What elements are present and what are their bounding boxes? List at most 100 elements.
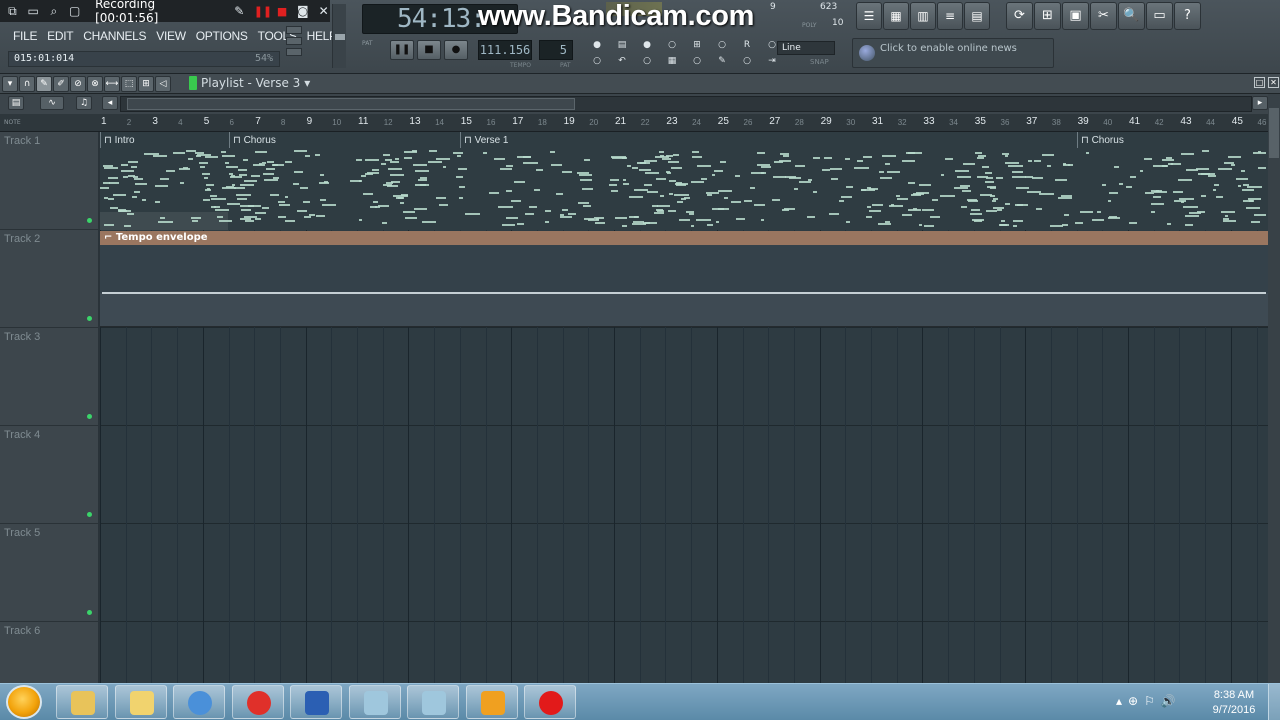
pianoroll-window-icon[interactable]: ▥	[910, 2, 936, 30]
count-icon[interactable]: ○	[635, 54, 659, 69]
metronome-icon[interactable]: ●	[585, 38, 609, 53]
flstudio-app[interactable]	[465, 685, 518, 719]
slice-tool-icon[interactable]: ⟷	[104, 76, 120, 92]
tray-expand-icon[interactable]: ▴	[1116, 694, 1122, 708]
volume-icon[interactable]: 🔊	[1161, 694, 1176, 708]
flag-icon[interactable]: ⚐	[1144, 694, 1155, 708]
show-desktop-button[interactable]	[1268, 684, 1280, 720]
arrow-icon[interactable]: ○	[735, 54, 759, 69]
grid-icon[interactable]: ▦	[660, 54, 684, 69]
chrome-app[interactable]	[173, 685, 225, 719]
snap-selector[interactable]: Line	[777, 41, 835, 55]
pattern-selector[interactable]: 5	[539, 40, 573, 60]
automation-clip-header[interactable]: ⌐ Tempo envelope	[100, 231, 1268, 245]
master-volume-slider[interactable]	[332, 4, 346, 68]
record-icon[interactable]: ■	[276, 5, 289, 18]
folder-app[interactable]	[114, 685, 167, 719]
menu-file[interactable]: FILE	[8, 26, 42, 46]
paint-tool-icon[interactable]: ✐	[53, 76, 69, 92]
chevron-down-icon[interactable]: ▾	[304, 76, 310, 90]
pattern-clip[interactable]: ⊓ Intro ⊓ Chorus ⊓ Verse 1 ⊓ Chorus	[100, 132, 1268, 230]
timeline-ruler[interactable]: 1 2 3 4 5 6 7 8 9 10 11 12 13 14 15 16 17 18 19 20 21 22 23 24 2…	[100, 114, 1268, 132]
zoom-tool-icon[interactable]: ⊞	[138, 76, 154, 92]
automation-view-icon[interactable]: ∿	[40, 96, 64, 110]
playlist-window-icon[interactable]: ☰	[856, 2, 882, 30]
restore-icon[interactable]: ⧉	[6, 4, 19, 19]
audio-view-icon[interactable]: ♫	[76, 96, 92, 110]
window-icon[interactable]: ▭	[27, 4, 40, 18]
record-mode-icon[interactable]: ●	[635, 38, 659, 53]
track-header[interactable]: Track 2	[0, 230, 98, 328]
r-icon[interactable]: R	[735, 38, 759, 53]
record-button[interactable]: ●	[444, 40, 468, 60]
marker-label[interactable]: ⊓ Chorus	[1081, 135, 1124, 146]
track-lane[interactable]	[100, 328, 1268, 426]
maximize-icon[interactable]: □	[1254, 77, 1265, 88]
app-7[interactable]	[407, 685, 459, 719]
browser-window-icon[interactable]: ≡	[937, 2, 963, 30]
menu-options[interactable]: OPTIONS	[191, 26, 253, 46]
stepseq-window-icon[interactable]: ▦	[883, 2, 909, 30]
draw-tool-icon[interactable]: ✎	[36, 76, 52, 92]
zoom-icon[interactable]: 🔍	[1118, 2, 1145, 30]
network-icon[interactable]: ⊕	[1128, 694, 1138, 708]
scroll-thumb[interactable]	[127, 98, 575, 110]
slider-knob[interactable]	[335, 34, 345, 40]
track-led[interactable]	[87, 512, 92, 517]
camera-icon[interactable]: ◙	[296, 4, 309, 18]
horizontal-scrollbar[interactable]	[120, 96, 1252, 112]
undo-icon[interactable]: ↶	[610, 54, 634, 69]
track-lane[interactable]	[100, 524, 1268, 622]
close-window-icon[interactable]: ✕	[1268, 77, 1279, 88]
magnet-icon[interactable]: ∩	[19, 76, 35, 92]
refresh-icon[interactable]: ⟳	[1006, 2, 1033, 30]
pat-song-switch[interactable]: PAT	[362, 40, 373, 47]
steps-icon[interactable]: ○	[685, 54, 709, 69]
track-led[interactable]	[87, 610, 92, 615]
playback-tool-icon[interactable]: ◁	[155, 76, 171, 92]
side-button-3[interactable]	[286, 48, 302, 56]
scroll-right-icon[interactable]: ▸	[1252, 96, 1268, 110]
scroll-left-icon[interactable]: ◂	[102, 96, 118, 110]
marker-label[interactable]: ⊓ Intro	[104, 135, 135, 146]
pencil-icon[interactable]: ✎	[233, 4, 246, 18]
pattern-view-icon[interactable]: ▤	[8, 96, 24, 110]
menu-channels[interactable]: CHANNELS	[78, 26, 151, 46]
tempo-display[interactable]: 111.156	[478, 40, 532, 60]
track-header[interactable]: Track 4	[0, 426, 98, 524]
online-news-panel[interactable]: Click to enable online news	[852, 38, 1054, 68]
clock[interactable]: 8:38 AM 9/7/2016	[1206, 688, 1262, 718]
word-app[interactable]	[290, 685, 342, 719]
delete-tool-icon[interactable]: ⊘	[70, 76, 86, 92]
help-icon[interactable]: ?	[1174, 2, 1201, 30]
menu-view[interactable]: VIEW	[151, 26, 190, 46]
pause-icon[interactable]: ❚❚	[254, 5, 272, 18]
track-led[interactable]	[87, 414, 92, 419]
track-led[interactable]	[87, 316, 92, 321]
app-6[interactable]	[348, 685, 401, 719]
wait-icon[interactable]: ▤	[610, 38, 634, 53]
step-icon[interactable]: ○	[660, 38, 684, 53]
track-header[interactable]: Track 1	[0, 132, 98, 230]
side-button-1[interactable]	[286, 26, 302, 34]
arrange-icon[interactable]: ⇥	[760, 54, 784, 69]
vertical-scrollbar[interactable]	[1268, 94, 1280, 688]
track-led[interactable]	[87, 218, 92, 223]
opera-app[interactable]	[231, 685, 284, 719]
marker-label[interactable]: ⊓ Verse 1	[464, 135, 509, 146]
new-icon[interactable]: ⊞	[1034, 2, 1061, 30]
mixer-window-icon[interactable]: ▤	[964, 2, 990, 30]
close-icon[interactable]: ✕	[317, 4, 330, 18]
screen-icon[interactable]: ▢	[68, 4, 81, 18]
playlist-title-bar[interactable]: Playlist - Verse 3 ▾	[189, 76, 310, 90]
track-lane[interactable]	[100, 622, 1268, 688]
cut-icon[interactable]: ✂	[1090, 2, 1117, 30]
track-header[interactable]: Track 5	[0, 524, 98, 622]
explorer-app[interactable]	[56, 685, 108, 719]
loop-icon[interactable]: ⊞	[685, 38, 709, 53]
menu-edit[interactable]: EDIT	[42, 26, 78, 46]
track-header[interactable]: Track 3	[0, 328, 98, 426]
automation-clip[interactable]	[100, 245, 1268, 327]
marker-label[interactable]: ⊓ Chorus	[233, 135, 276, 146]
side-button-2[interactable]	[286, 37, 302, 45]
